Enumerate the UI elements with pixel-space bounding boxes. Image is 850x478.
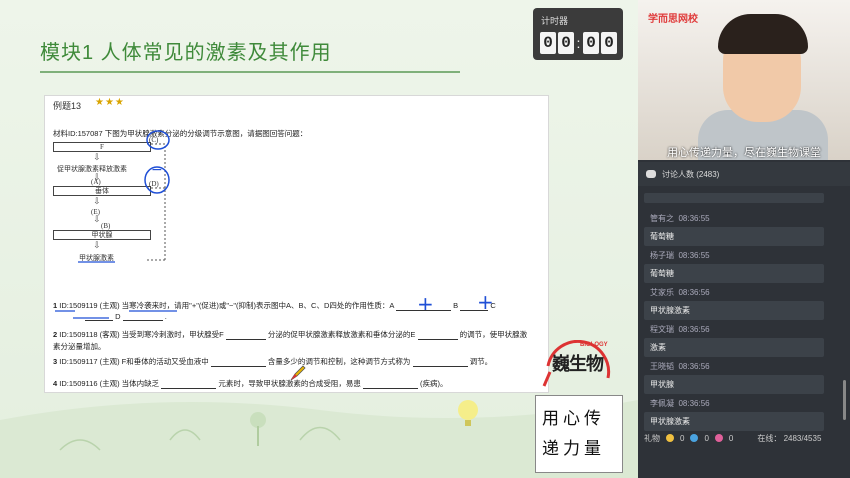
question-text: (疾病)。	[420, 379, 448, 388]
timer-digit: 0	[583, 32, 599, 54]
question-text: 调节。	[469, 357, 493, 366]
question-2-line2: 素分泌量增加。	[53, 341, 106, 352]
message-text: 葡萄糖	[644, 227, 824, 246]
timer-digit: 0	[540, 32, 556, 54]
slogan-line-2: 递力量	[542, 439, 605, 459]
question-text: ID:1509117 (主观) F和垂体的活动又受血液中	[59, 357, 209, 366]
chat-message	[644, 190, 830, 212]
online-count: 在线： 2483/4535	[757, 433, 822, 443]
message-time: 08:36:55	[678, 251, 710, 260]
timer-digits: 0 0 : 0 0	[540, 32, 617, 54]
video-person-hair	[718, 14, 808, 54]
question-card: 例题13 ★★★ 材料ID:157087 下图为甲状腺激素分泌的分级调节示意图，…	[44, 95, 549, 393]
message-user: 艾家乐	[650, 288, 674, 297]
question-number: 2	[53, 330, 58, 339]
message-text: 甲状腺激素	[644, 301, 824, 320]
answer-blank[interactable]	[417, 332, 458, 340]
message-user: 李佩凝	[650, 399, 674, 408]
gift-count: 0	[680, 433, 685, 443]
slogan-text: 用心传 递力量	[542, 404, 605, 464]
message-text: 甲状腺	[644, 375, 824, 394]
message-text: 葡萄糖	[644, 264, 824, 283]
question-2: 2 ID:1509118 (客观) 当受到寒冷刺激时，甲状腺受F 分泌的促甲状腺…	[53, 329, 527, 340]
slogan-line-1: 用心传	[542, 409, 605, 429]
answer-blank[interactable]	[396, 303, 452, 311]
discussion-count: 讨论人数 (2483)	[662, 169, 720, 179]
message-user: 程文瑞	[650, 325, 674, 334]
message-user: 杨子瑞	[650, 251, 674, 260]
question-text: C	[490, 301, 496, 310]
discussion-header[interactable]: 讨论人数 (2483)	[638, 162, 850, 186]
question-3: 3 ID:1509117 (主观) F和垂体的活动又受血液中 含量多少的调节和控…	[53, 356, 492, 367]
question-text: 分泌的促甲状腺激素释放激素和垂体分泌的E	[267, 330, 416, 339]
slogan-panel: 用心传 递力量	[535, 395, 623, 473]
question-text: ID:1509116 (主观) 当体内缺乏	[59, 379, 160, 388]
chat-message: 管有之 08:36:55 葡萄糖	[644, 212, 830, 249]
question-4: 4 ID:1509116 (主观) 当体内缺乏 元素时，导致甲状腺激素的合成受阻…	[53, 378, 448, 389]
question-text: B	[453, 301, 459, 310]
pen-cursor-icon	[290, 365, 306, 381]
chat-scrollbar[interactable]	[843, 380, 846, 420]
chat-bubble-icon	[646, 170, 656, 178]
handwriting-annotations	[55, 130, 177, 319]
question-number: 1	[53, 301, 58, 310]
candle-icon[interactable]	[666, 434, 674, 442]
answer-blank[interactable]	[85, 313, 113, 321]
question-text: ID:1509118 (客观) 当受到寒冷刺激时，甲状腺受F	[59, 330, 224, 339]
answer-blank[interactable]	[225, 332, 266, 340]
brand-watermark: 学而思网校	[648, 14, 698, 25]
gift-count: 0	[704, 433, 709, 443]
planet-icon[interactable]	[690, 434, 699, 442]
gift-count: 0	[728, 433, 734, 443]
message-text	[644, 193, 824, 203]
chat-message: 杨子瑞 08:36:55 葡萄糖	[644, 249, 830, 286]
question-text: 的调节，使甲状腺激	[459, 330, 528, 339]
message-time: 08:36:56	[678, 325, 710, 334]
timer-label: 计时器	[541, 16, 569, 26]
message-text: 激素	[644, 338, 824, 357]
timer-digit: 0	[558, 32, 574, 54]
title-divider	[40, 71, 460, 73]
question-text: 素分泌量增加。	[53, 342, 106, 351]
chat-message: 王晓韬 08:36:56 甲状腺	[644, 360, 830, 397]
logo-tag: BIOLOGY	[580, 342, 608, 348]
app-root: 模块1 人体常见的激素及其作用 计时器 0 0 : 0 0 例题13 ★★★ 材…	[0, 0, 850, 478]
chat-message: 艾家乐 08:36:56 甲状腺激素	[644, 286, 830, 323]
answer-blank[interactable]	[460, 303, 489, 311]
answer-blank[interactable]	[412, 359, 468, 367]
question-1: 1 ID:1509119 (主观) 当寒冷袭来时，请用"+"(促进)或"−"(抑…	[53, 300, 496, 311]
message-user: 管有之	[650, 214, 674, 223]
message-time: 08:36:56	[678, 288, 710, 297]
message-time: 08:36:56	[678, 362, 710, 371]
answer-blank[interactable]	[161, 381, 217, 389]
message-time: 08:36:56	[678, 399, 710, 408]
timer-colon: :	[576, 35, 581, 51]
teacher-video[interactable]: 学而思网校 用心传递力量，尽在巍生物课堂	[638, 0, 850, 160]
answer-blank[interactable]	[122, 313, 163, 321]
chat-message: 程文瑞 08:36:56 激素	[644, 323, 830, 360]
question-text: D	[115, 312, 121, 321]
timer-digit: 0	[601, 32, 617, 54]
answer-blank[interactable]	[210, 359, 266, 367]
gifts-label: 礼物	[644, 433, 660, 443]
footer-bar: 礼物 0 0 0 在线： 2483/4535	[638, 428, 850, 448]
question-number: 3	[53, 357, 58, 366]
right-panel: 学而思网校 用心传递力量，尽在巍生物课堂 讨论人数 (2483) 管有之 08:…	[638, 0, 850, 478]
message-time: 08:36:55	[678, 214, 710, 223]
balloon-icon[interactable]	[714, 434, 723, 442]
question-text: ID:1509119 (主观) 当寒冷袭来时，请用"+"(促进)或"−"(抑制)…	[59, 301, 394, 310]
slide-area: 模块1 人体常见的激素及其作用 计时器 0 0 : 0 0 例题13 ★★★ 材…	[0, 0, 638, 478]
handwriting-minus: −	[151, 162, 163, 178]
logo-text: 巍生物	[552, 354, 604, 375]
chat-message-list[interactable]: 管有之 08:36:55 葡萄糖 杨子瑞 08:36:55 葡萄糖 艾家乐 08…	[644, 190, 830, 434]
answer-blank[interactable]	[362, 381, 418, 389]
question-1-line2: D .	[85, 312, 167, 321]
video-caption: 用心传递力量，尽在巍生物课堂	[667, 147, 821, 159]
question-number: 4	[53, 379, 58, 388]
brand-logo: 巍生物 BIOLOGY	[540, 339, 622, 392]
countdown-timer[interactable]: 计时器 0 0 : 0 0	[533, 8, 623, 60]
message-user: 王晓韬	[650, 362, 674, 371]
question-text: .	[164, 312, 167, 321]
module-title: 模块1 人体常见的激素及其作用	[40, 42, 332, 64]
